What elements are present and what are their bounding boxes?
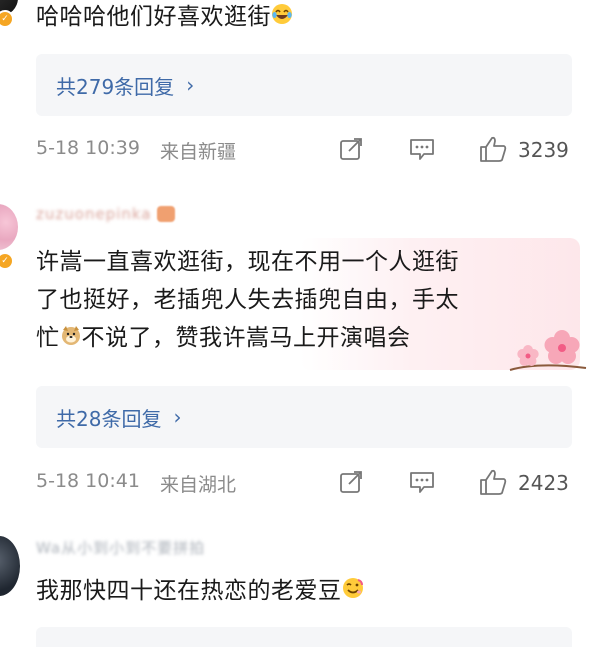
- peach-blossom-decoration: [508, 326, 588, 380]
- comment-text: 我那快四十还在热恋的老爱豆: [36, 572, 364, 611]
- doge-emoji: [60, 320, 82, 358]
- comment-location: 来自湖北: [160, 474, 237, 496]
- fan-level-icon: [157, 206, 176, 222]
- comment-text: 哈哈哈他们好喜欢逛街: [36, 0, 293, 37]
- comment-location: 来自新疆: [160, 141, 237, 163]
- like-count: 3239: [518, 138, 569, 162]
- share-icon[interactable]: [338, 136, 364, 162]
- chevron-right-icon: ›: [186, 73, 195, 97]
- comment-text: 许嵩一直喜欢逛街，现在不用一个人逛街 了也挺好，老插兜人失去插兜自由，手太 忙 …: [36, 243, 576, 358]
- reply-box-partial[interactable]: [36, 627, 572, 647]
- thumbs-up-icon[interactable]: [478, 468, 508, 496]
- username[interactable]: Wa从小到小到不要拼拍: [36, 537, 205, 558]
- comment-icon[interactable]: [408, 469, 436, 495]
- verified-badge-icon: ✓: [0, 10, 14, 28]
- avatar[interactable]: [0, 536, 20, 596]
- share-icon[interactable]: [338, 469, 364, 495]
- avatar[interactable]: [0, 204, 18, 250]
- wink-emoji: [342, 573, 364, 611]
- thumbs-up-icon[interactable]: [478, 135, 508, 163]
- reply-count-label: 共28条回复: [56, 406, 162, 431]
- comment-date: 5-18 10:41: [36, 470, 140, 492]
- like-count: 2423: [518, 471, 569, 495]
- chevron-right-icon: ›: [173, 405, 182, 429]
- comment-icon[interactable]: [408, 136, 436, 162]
- laughing-tears-emoji: [271, 0, 293, 37]
- reply-count-label: 共279条回复: [56, 74, 175, 99]
- view-replies-button[interactable]: 共279条回复 ›: [36, 54, 572, 116]
- verified-badge-icon: ✓: [0, 252, 14, 270]
- view-replies-button[interactable]: 共28条回复 ›: [36, 386, 572, 448]
- comment-date: 5-18 10:39: [36, 137, 140, 159]
- username[interactable]: zuzuonepinka: [36, 205, 176, 223]
